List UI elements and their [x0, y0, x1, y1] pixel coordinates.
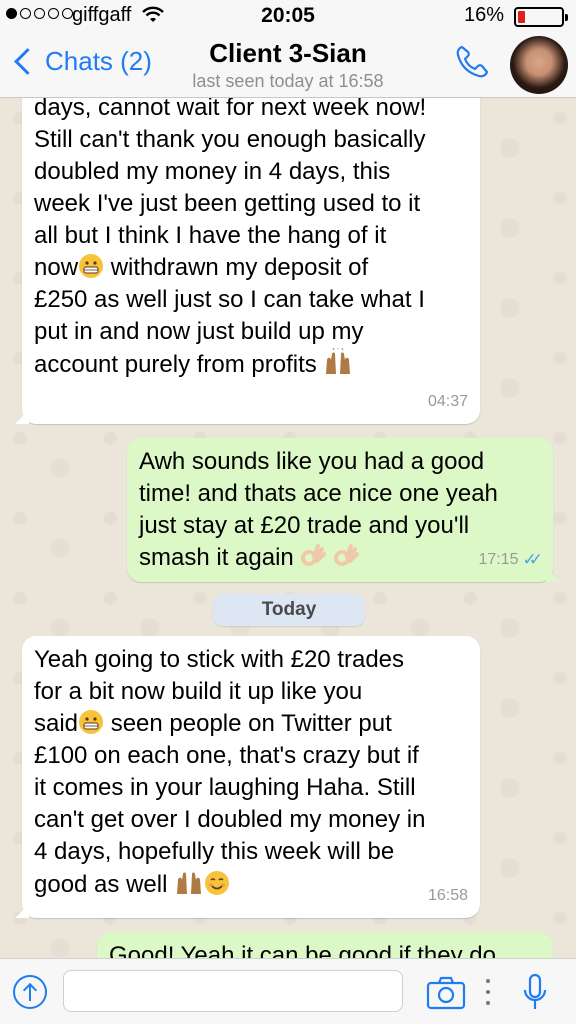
message-text-line: said seen people on Twitter put	[34, 710, 392, 737]
message-list[interactable]: days, cannot wait for next week now! Sti…	[0, 98, 576, 958]
chat-header: Chats (2) Client 3-Sian last seen today …	[0, 32, 576, 98]
message-time: 16:58	[427, 887, 468, 904]
date-divider: Today	[213, 594, 365, 626]
message-text: days, cannot wait for next week now! Sti…	[34, 98, 427, 249]
message-bubble-outgoing[interactable]: Awh sounds like you had a good time! and…	[127, 438, 560, 582]
battery-level	[518, 11, 525, 23]
message-meta: 16:58	[428, 880, 468, 912]
ok-hand-emoji	[334, 544, 360, 566]
message-time: 17:15	[478, 551, 519, 568]
microphone-icon[interactable]	[522, 973, 548, 1013]
grimace-emoji	[79, 254, 104, 278]
contact-avatar[interactable]	[510, 36, 568, 94]
raised-hands-emoji	[177, 872, 202, 894]
message-composer	[0, 958, 576, 1024]
ok-hand-emoji	[301, 544, 327, 566]
camera-icon[interactable]	[426, 975, 466, 1011]
more-icon[interactable]	[486, 979, 492, 1005]
battery-percent: 16%	[463, 4, 504, 26]
message-bubble-incoming[interactable]: days, cannot wait for next week now! Sti…	[15, 98, 480, 424]
raised-hands-emoji	[326, 348, 351, 374]
share-icon[interactable]	[13, 975, 47, 1009]
message-bubble-outgoing[interactable]: Good! Yeah it can be good if they do	[97, 932, 553, 958]
message-text: Awh sounds like you had a good time! and…	[139, 448, 498, 539]
message-text: £100 on each one, that's crazy but if it…	[34, 742, 426, 865]
phone-icon[interactable]	[452, 42, 492, 82]
message-text: Yeah going to stick with £20 trades for …	[34, 646, 405, 705]
message-text: Good! Yeah it can be good if they do	[109, 942, 496, 958]
message-text-line: account purely from profits	[34, 348, 468, 381]
grimace-emoji	[79, 710, 104, 734]
message-time: 04:37	[427, 393, 468, 410]
status-bar: giffgaff 20:05 16%	[0, 0, 576, 32]
message-meta: 17:15 ✓✓	[478, 544, 543, 576]
message-text-line: now withdrawn my deposit of	[34, 254, 369, 281]
read-receipt-icon: ✓✓	[522, 550, 543, 569]
message-text-line: good as well	[34, 868, 468, 901]
smiling-emoji	[205, 871, 230, 895]
message-input[interactable]	[63, 970, 403, 1012]
message-meta: 04:37	[428, 386, 468, 418]
message-text: £250 as well just so I can take what I p…	[34, 286, 425, 345]
message-bubble-incoming[interactable]: Yeah going to stick with £20 trades for …	[15, 636, 480, 918]
battery-icon	[514, 7, 568, 27]
